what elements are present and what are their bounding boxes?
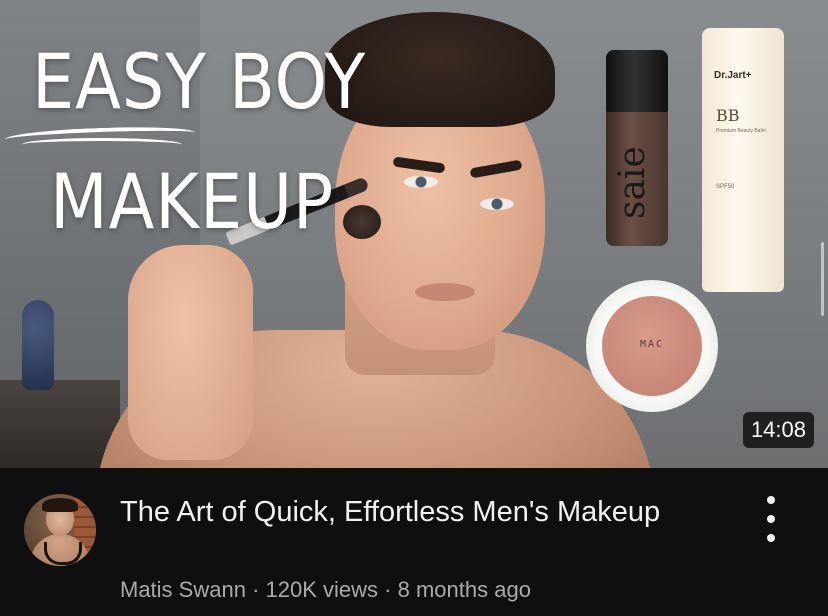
- scroll-indicator: [821, 242, 824, 316]
- meta-separator: ·: [384, 577, 392, 602]
- avatar-hair: [42, 498, 78, 512]
- video-meta: Matis Swann · 120K views · 8 months ago: [120, 577, 531, 603]
- compact-logo: MAC: [639, 339, 665, 350]
- channel-name[interactable]: Matis Swann: [120, 577, 246, 602]
- background-shelf: [0, 380, 120, 468]
- more-vertical-icon[interactable]: [756, 496, 786, 542]
- background-vase: [22, 300, 54, 390]
- video-card[interactable]: EASY BOY MAKEUP saie Dr.Jart+ BB Premium…: [0, 0, 828, 616]
- bb-cream-tube: [702, 28, 784, 292]
- more-dot: [767, 515, 775, 523]
- person-eye-right: [480, 198, 514, 210]
- meta-separator: ·: [252, 577, 260, 602]
- more-dot: [767, 534, 775, 542]
- channel-avatar[interactable]: [24, 494, 96, 566]
- more-dot: [767, 496, 775, 504]
- foundation-label: saie: [612, 146, 653, 220]
- tube-bb-label: BB: [716, 106, 740, 125]
- tube-spf: SPF50: [716, 184, 735, 190]
- headline-underline-2: [22, 138, 182, 151]
- duration-badge: 14:08: [742, 412, 814, 448]
- makeup-brush-tip: [343, 205, 381, 239]
- foundation-bottle-cap: [606, 50, 668, 112]
- thumbnail-headline-line1: EASY BOY: [32, 37, 367, 126]
- person-eye-left: [404, 176, 438, 188]
- person-hand: [128, 245, 253, 460]
- thumbnail-headline-line2: MAKEUP: [50, 157, 335, 246]
- video-title[interactable]: The Art of Quick, Effortless Men's Makeu…: [120, 492, 680, 532]
- tube-description: Premium Beauty Balm: [716, 128, 766, 134]
- upload-age: 8 months ago: [397, 577, 531, 602]
- person-lips: [415, 283, 475, 301]
- video-thumbnail[interactable]: EASY BOY MAKEUP saie Dr.Jart+ BB Premium…: [0, 0, 828, 468]
- view-count: 120K views: [265, 577, 379, 602]
- tube-brand: Dr.Jart+: [714, 70, 752, 81]
